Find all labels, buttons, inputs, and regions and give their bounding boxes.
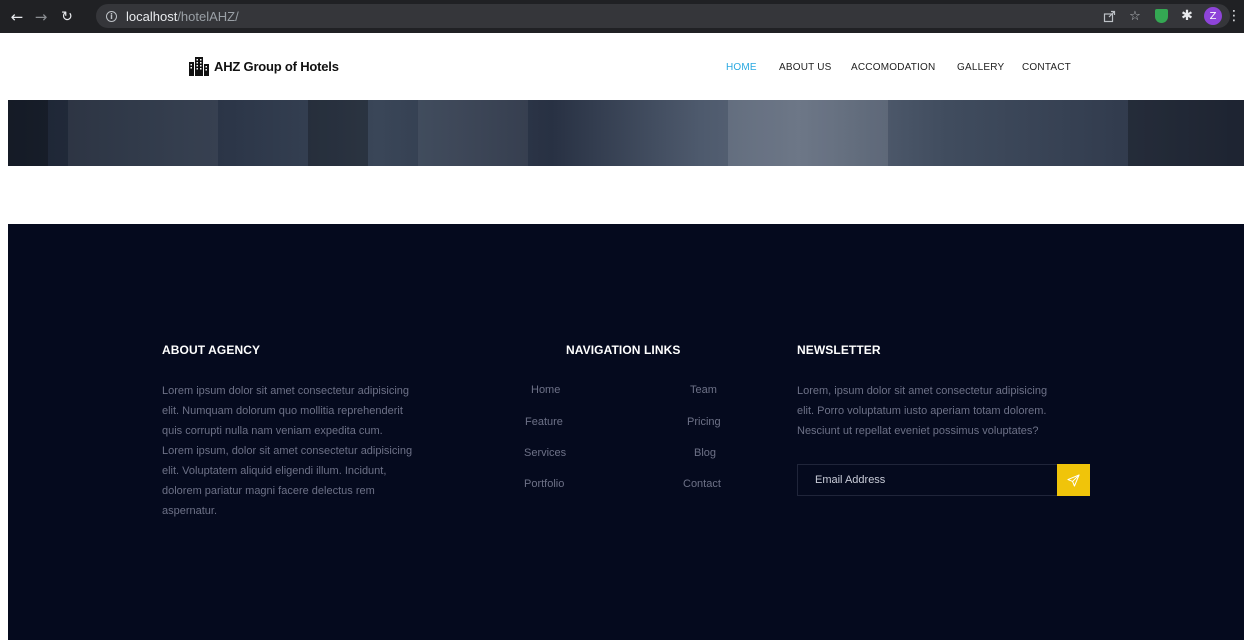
url-path: /hotelAHZ/	[177, 8, 239, 24]
newsletter-email-box	[797, 464, 1058, 496]
newsletter-line: elit. Porro voluptatum iusto aperiam tot…	[797, 405, 1047, 417]
about-line: quis corrupti nulla nam veniam expedita …	[162, 425, 383, 437]
footer-link-blog[interactable]: Blog	[694, 447, 716, 459]
profile-initial: Z	[1204, 7, 1222, 25]
extensions-puzzle-icon[interactable]: ✱	[1176, 6, 1198, 26]
footer-link-contact[interactable]: Contact	[683, 478, 721, 490]
about-line: elit. Voluptatem aliquid eligendi illum.…	[162, 465, 387, 477]
footer-link-team[interactable]: Team	[690, 384, 717, 396]
nav-gallery[interactable]: GALLERY	[957, 62, 1004, 73]
bookmark-star-icon[interactable]: ☆	[1124, 6, 1146, 26]
extension-shield-icon[interactable]	[1150, 6, 1172, 26]
footer-link-services[interactable]: Services	[524, 447, 566, 459]
address-bar[interactable]: i localhost/hotelAHZ/	[96, 4, 1230, 28]
reload-icon[interactable]: ↻	[56, 9, 78, 25]
hotel-building-icon	[189, 57, 209, 76]
url-host: localhost	[126, 8, 178, 24]
newsletter-text: Lorem, ipsum dolor sit amet consectetur …	[797, 381, 1107, 441]
nav-about-us[interactable]: ABOUT US	[779, 62, 832, 73]
site-info-icon[interactable]: i	[106, 10, 117, 22]
site-logo[interactable]: AHZ Group of Hotels	[188, 56, 339, 76]
about-line: Lorem ipsum dolor sit amet consectetur a…	[162, 385, 410, 397]
toolbar-actions: ☆ ✱ Z ⋮	[1094, 6, 1241, 26]
share-icon[interactable]	[1098, 6, 1120, 26]
hero-banner-image	[8, 100, 1244, 166]
logo-text: AHZ Group of Hotels	[214, 58, 339, 74]
about-text: Lorem ipsum dolor sit amet consectetur a…	[162, 381, 482, 521]
about-heading: ABOUT AGENCY	[162, 343, 261, 357]
footer-link-pricing[interactable]: Pricing	[687, 416, 721, 428]
site-header: AHZ Group of Hotels HOME ABOUT US ACCOMO…	[0, 33, 1244, 100]
newsletter-send-button[interactable]	[1057, 464, 1090, 496]
about-line: dolorem pariatur magni facere delectus r…	[162, 485, 375, 497]
browser-menu-icon[interactable]: ⋮	[1227, 6, 1241, 26]
about-line: aspernatur.	[162, 505, 218, 517]
profile-avatar[interactable]: Z	[1202, 6, 1224, 26]
nav-contact[interactable]: CONTACT	[1022, 62, 1071, 73]
navigation-heading: NAVIGATION LINKS	[566, 343, 681, 357]
paper-plane-icon	[1067, 473, 1080, 487]
nav-accomodation[interactable]: ACCOMODATION	[851, 62, 935, 73]
site-footer: ABOUT AGENCY Lorem ipsum dolor sit amet …	[8, 224, 1244, 640]
browser-toolbar: ← → ↻ i localhost/hotelAHZ/ ☆ ✱ Z ⋮	[0, 0, 1244, 33]
about-line: Lorem ipsum, dolor sit amet consectetur …	[162, 445, 413, 457]
forward-arrow-icon[interactable]: →	[30, 8, 52, 26]
footer-link-portfolio[interactable]: Portfolio	[524, 478, 564, 490]
about-line: elit. Numquam dolorum quo mollitia repre…	[162, 405, 403, 417]
newsletter-line: Nesciunt ut repellat eveniet possimus vo…	[797, 425, 1039, 437]
newsletter-email-input[interactable]	[798, 465, 1057, 495]
nav-home[interactable]: HOME	[726, 62, 757, 73]
footer-link-home[interactable]: Home	[531, 384, 560, 396]
back-arrow-icon[interactable]: ←	[6, 8, 28, 26]
address-url[interactable]: localhost/hotelAHZ/	[126, 9, 239, 24]
footer-link-feature[interactable]: Feature	[525, 416, 563, 428]
newsletter-heading: NEWSLETTER	[797, 343, 881, 357]
newsletter-line: Lorem, ipsum dolor sit amet consectetur …	[797, 385, 1048, 397]
